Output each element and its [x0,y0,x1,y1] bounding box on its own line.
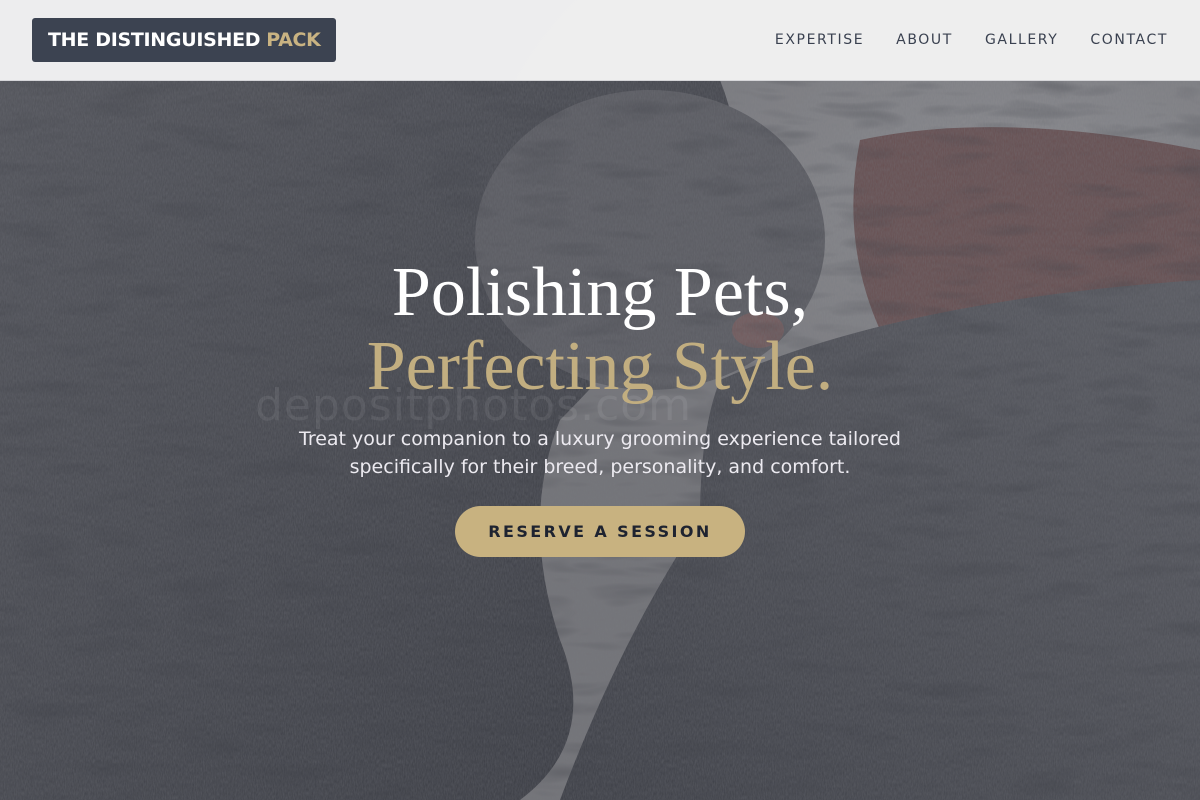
nav-link-about[interactable]: ABOUT [896,32,953,48]
hero-title-line-2: Perfecting Style. [366,328,834,405]
hero-title-line-1: Polishing Pets, [391,254,809,331]
main-nav: EXPERTISE ABOUT GALLERY CONTACT [775,32,1168,48]
brand-logo[interactable]: THE DISTINGUISHED PACK [32,18,336,62]
nav-link-gallery[interactable]: GALLERY [985,32,1058,48]
reserve-session-button[interactable]: RESERVE A SESSION [455,506,745,557]
logo-text-main: THE DISTINGUISHED [48,29,261,51]
hero-section: Polishing Pets, Perfecting Style. Treat … [0,0,1200,800]
site-header: THE DISTINGUISHED PACK EXPERTISE ABOUT G… [0,0,1200,81]
hero-title: Polishing Pets, Perfecting Style. [0,256,1200,404]
hero-subtitle: Treat your companion to a luxury groomin… [299,428,901,478]
nav-link-contact[interactable]: CONTACT [1090,32,1168,48]
nav-link-expertise[interactable]: EXPERTISE [775,32,864,48]
page: depositphotos.com THE DISTINGUISHED PACK… [0,0,1200,800]
logo-text-accent: PACK [266,29,321,51]
